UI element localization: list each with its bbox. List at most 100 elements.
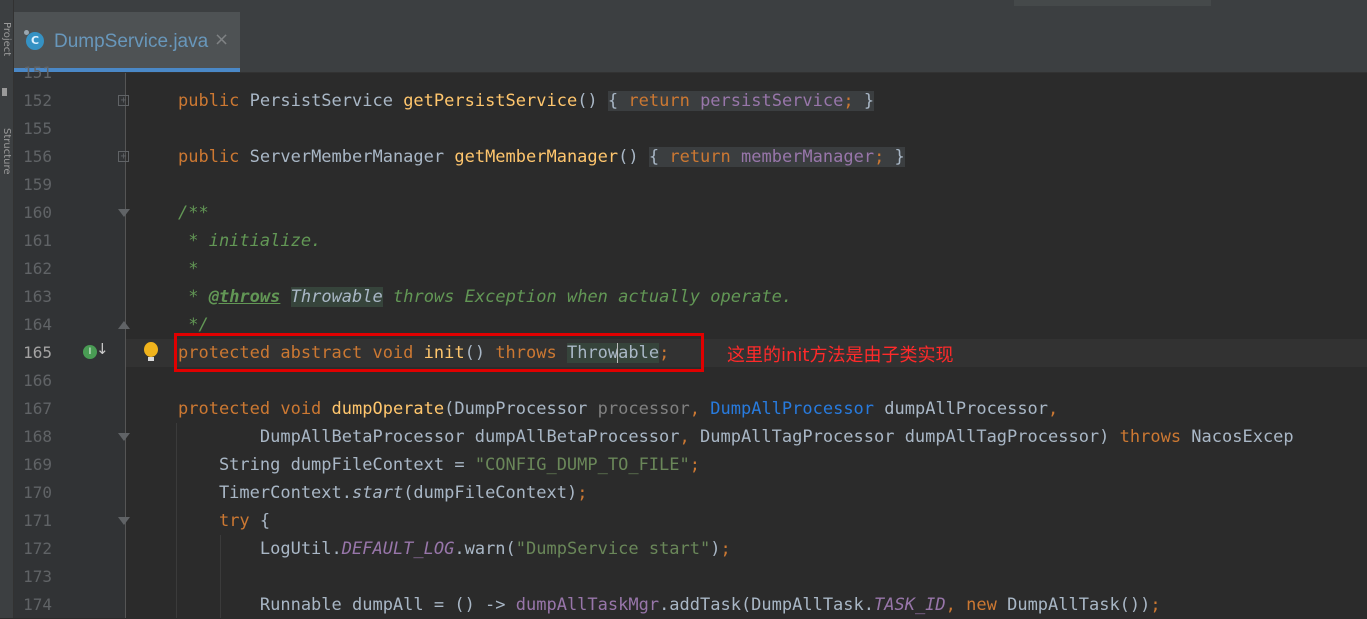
line-number: 170 bbox=[23, 483, 52, 502]
code-token: ; bbox=[1150, 595, 1161, 615]
code-token: NacosExcep bbox=[1191, 427, 1294, 447]
code-token: ; bbox=[720, 539, 731, 559]
code-text: * initialize. bbox=[178, 227, 321, 255]
code-line[interactable]: 174 Runnable dumpAll = () -> dumpAllTask… bbox=[14, 591, 1367, 619]
code-token: * bbox=[178, 287, 209, 307]
code-line[interactable]: 173 bbox=[14, 563, 1367, 591]
code-token: ; bbox=[874, 147, 895, 167]
code-token: dumpAllTaskMgr bbox=[515, 595, 660, 615]
code-token: DumpAllProcessor bbox=[710, 399, 875, 419]
code-line[interactable]: 156 + public ServerMemberManager getMember… bbox=[14, 143, 1367, 171]
code-text: Runnable dumpAll = () -> dumpAllTaskMgr.… bbox=[178, 591, 1161, 619]
code-token: Runnable dumpAll = () -> bbox=[178, 595, 516, 615]
code-token: "CONFIG_DUMP_TO_FILE" bbox=[474, 455, 690, 475]
fold-expand-icon[interactable]: + bbox=[118, 95, 129, 106]
line-number: 172 bbox=[23, 539, 52, 558]
code-line[interactable]: 168 DumpAllBetaProcessor dumpAllBetaProc… bbox=[14, 423, 1367, 451]
fold-collapse-icon[interactable] bbox=[118, 517, 130, 525]
line-number: 163 bbox=[23, 287, 52, 306]
code-token: TASK_ID bbox=[874, 595, 946, 615]
left-tool-strip: Project Structure bbox=[0, 0, 14, 618]
code-token: * bbox=[178, 259, 199, 279]
code-line[interactable]: 171 try { bbox=[14, 507, 1367, 535]
code-token: DumpAllBetaProcessor dumpAllBetaProcesso… bbox=[178, 427, 680, 447]
line-number: 164 bbox=[23, 315, 52, 334]
code-token: * initialize. bbox=[178, 231, 322, 251]
line-number: 162 bbox=[23, 259, 52, 278]
code-text: protected void dumpOperate(DumpProcessor… bbox=[178, 395, 1058, 423]
code-line[interactable]: 161 * initialize. bbox=[14, 227, 1367, 255]
annotation-highlight-box bbox=[174, 333, 704, 372]
code-text: public ServerMemberManager getMemberMana… bbox=[178, 143, 905, 171]
line-number: 161 bbox=[23, 231, 52, 250]
line-number: 159 bbox=[23, 175, 52, 194]
code-line[interactable]: 172 LogUtil.DEFAULT_LOG.warn("DumpServic… bbox=[14, 535, 1367, 563]
code-line[interactable]: 159 bbox=[14, 171, 1367, 199]
code-token: throws bbox=[1119, 427, 1192, 447]
code-token: , bbox=[679, 427, 700, 447]
code-token: ; bbox=[843, 91, 864, 111]
fold-collapse-icon[interactable] bbox=[118, 209, 130, 217]
code-line[interactable]: 152 + public PersistService getPersistServ… bbox=[14, 87, 1367, 115]
code-token: , bbox=[689, 399, 711, 419]
code-token: DumpAllTask()) bbox=[1007, 595, 1151, 615]
fold-collapse-icon[interactable] bbox=[118, 433, 130, 441]
project-tool-label[interactable]: Project bbox=[0, 22, 13, 56]
go-to-implementation-icon[interactable]: ↓ bbox=[96, 340, 109, 358]
structure-tool-label[interactable]: Structure bbox=[0, 128, 13, 175]
code-line[interactable]: 163 * @throws Throwable throws Exception… bbox=[14, 283, 1367, 311]
code-token: () bbox=[618, 147, 639, 167]
code-token: protected void bbox=[178, 399, 332, 419]
annotation-note: 这里的init方法是由子类实现 bbox=[727, 345, 954, 366]
code-token: PersistService bbox=[249, 91, 404, 111]
code-token: DEFAULT_LOG bbox=[341, 539, 455, 559]
code-token: memberManager bbox=[741, 147, 875, 167]
code-token: return bbox=[628, 91, 701, 111]
code-text: LogUtil.DEFAULT_LOG.warn("DumpService st… bbox=[178, 535, 731, 563]
code-token: getMemberManager bbox=[454, 147, 619, 167]
code-token: () bbox=[577, 91, 598, 111]
code-token: dumpAllProcessor bbox=[874, 399, 1049, 419]
code-text: public PersistService getPersistService(… bbox=[178, 87, 875, 115]
code-token: ) bbox=[710, 539, 721, 559]
code-line[interactable]: 160 /** bbox=[14, 199, 1367, 227]
code-token: start bbox=[352, 483, 404, 503]
code-token: (dumpFileContext) bbox=[403, 483, 578, 503]
line-number: 167 bbox=[23, 399, 52, 418]
code-token: Throwable bbox=[290, 287, 383, 307]
code-text: String dumpFileContext = "CONFIG_DUMP_TO… bbox=[178, 451, 700, 479]
fold-expand-icon[interactable]: + bbox=[118, 151, 129, 162]
close-icon[interactable]: × bbox=[214, 29, 229, 50]
code-line[interactable]: 155 bbox=[14, 115, 1367, 143]
code-token: @throws bbox=[208, 287, 281, 307]
code-token: return bbox=[669, 147, 741, 167]
code-token: } bbox=[863, 91, 875, 111]
code-line[interactable]: 170 TimerContext.start(dumpFileContext); bbox=[14, 479, 1367, 507]
code-token: String dumpFileContext = bbox=[178, 455, 475, 475]
line-number: 152 bbox=[23, 91, 52, 110]
intention-bulb-icon[interactable] bbox=[144, 342, 158, 361]
line-number: 165 bbox=[23, 343, 52, 362]
code-token: , bbox=[1048, 399, 1059, 419]
top-search-field[interactable] bbox=[1014, 0, 1211, 6]
code-text: try { bbox=[178, 507, 270, 535]
implemented-method-icon[interactable]: I bbox=[83, 345, 97, 359]
code-token: dumpOperate bbox=[331, 399, 445, 419]
code-line[interactable]: 151 bbox=[14, 59, 1367, 87]
code-token: .warn( bbox=[454, 539, 516, 559]
code-line[interactable]: 167 protected void dumpOperate(DumpProces… bbox=[14, 395, 1367, 423]
line-number: 171 bbox=[23, 511, 52, 530]
line-number: 169 bbox=[23, 455, 52, 474]
line-number: 160 bbox=[23, 203, 52, 222]
code-token: ; bbox=[577, 483, 588, 503]
fold-end-icon[interactable] bbox=[118, 321, 130, 329]
code-token: new bbox=[966, 595, 1008, 615]
code-token: /** bbox=[178, 203, 209, 223]
code-line[interactable]: 169 String dumpFileContext = "CONFIG_DUM… bbox=[14, 451, 1367, 479]
java-class-icon: C bbox=[24, 30, 44, 50]
code-token: DumpAllTagProcessor dumpAllTagProcessor) bbox=[700, 427, 1120, 447]
code-token: public bbox=[178, 91, 250, 111]
code-text: /** bbox=[178, 199, 209, 227]
code-line[interactable]: 162 * bbox=[14, 255, 1367, 283]
